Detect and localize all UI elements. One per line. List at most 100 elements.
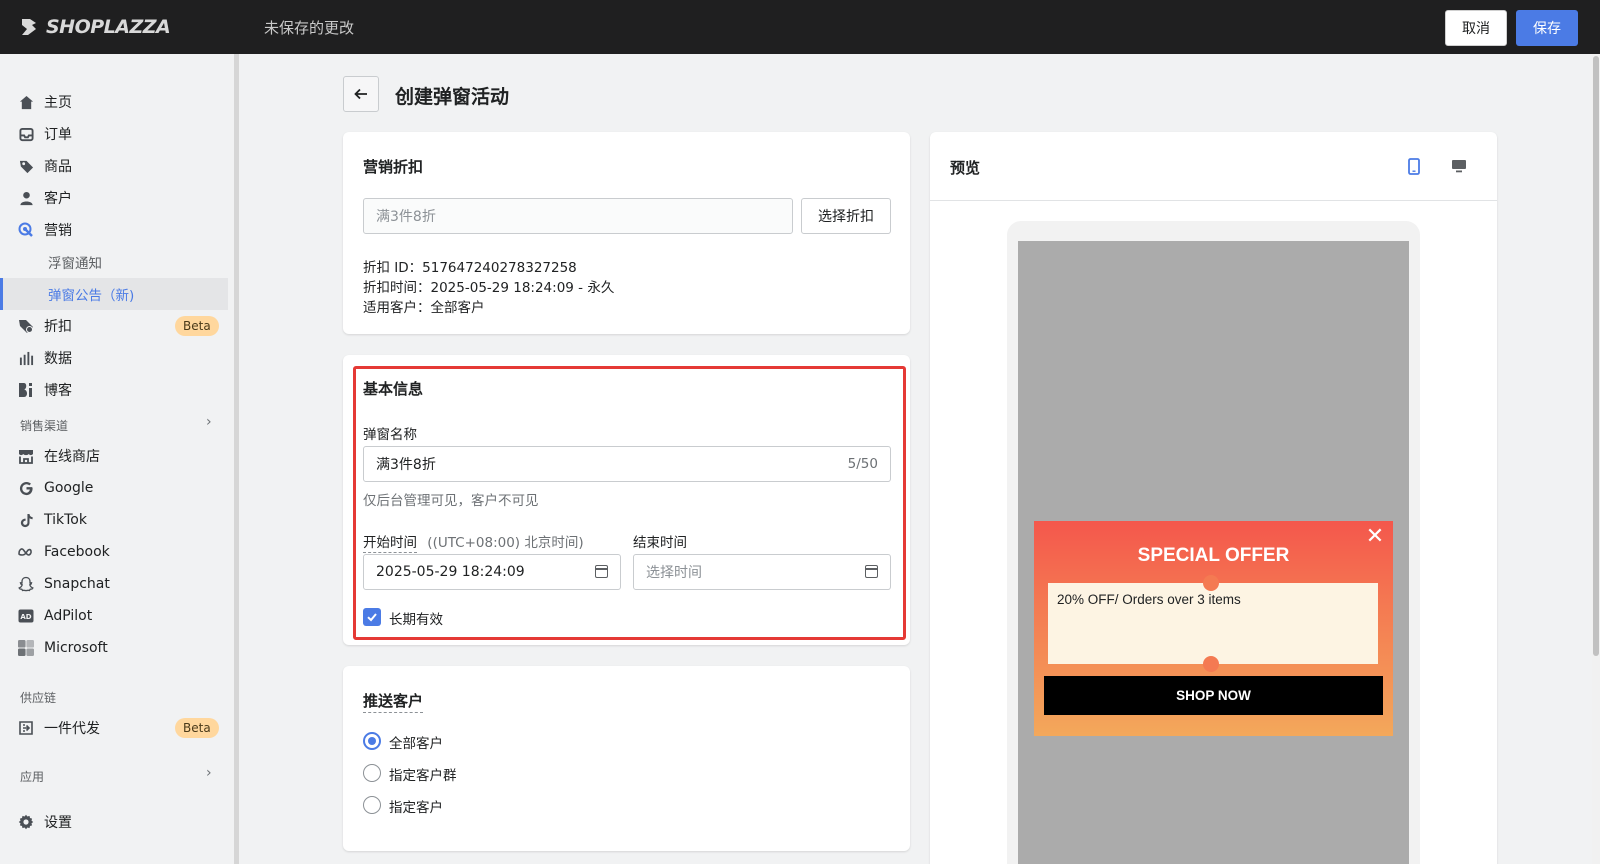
calendar-icon	[865, 565, 878, 578]
long-term-label: 长期有效	[389, 612, 443, 628]
sidebar-item-discounts[interactable]: 折扣 Beta	[0, 310, 228, 342]
start-time-value: 2025-05-29 18:24:09	[376, 564, 525, 580]
sidebar-item-label: Microsoft	[44, 640, 108, 656]
sidebar-item-label: 在线商店	[44, 449, 100, 465]
desktop-icon	[1452, 160, 1466, 173]
sidebar-item-orders[interactable]: 订单	[0, 118, 228, 150]
sidebar-item-label: Google	[44, 480, 94, 496]
sidebar-item-microsoft[interactable]: Microsoft	[0, 632, 228, 664]
sidebar-item-marketing[interactable]: 营销	[0, 214, 228, 246]
dropship-icon	[18, 720, 34, 736]
meta-icon	[18, 544, 34, 560]
discount-card-title: 营销折扣	[363, 158, 424, 176]
sidebar-item-label: 折扣	[44, 319, 72, 335]
beta-badge: Beta	[175, 718, 219, 738]
sidebar-item-label: 设置	[44, 815, 72, 831]
sidebar-item-facebook[interactable]: Facebook	[0, 536, 228, 568]
checkmark-icon	[367, 613, 377, 622]
logo-mark-icon	[22, 19, 36, 35]
sidebar-item-label: Snapchat	[44, 576, 110, 592]
sidebar-item-floating-notice[interactable]: 浮窗通知	[0, 246, 228, 278]
home-icon	[18, 94, 34, 110]
discount-time-line: 折扣时间：2025-05-29 18:24:09 - 永久	[363, 280, 615, 296]
sidebar-item-customers[interactable]: 客户	[0, 182, 228, 214]
sidebar-item-settings[interactable]: 设置	[0, 806, 228, 838]
sidebar-item-label: 商品	[44, 159, 72, 175]
start-time-input[interactable]: 2025-05-29 18:24:09	[363, 554, 621, 590]
long-term-checkbox[interactable]	[363, 608, 381, 626]
cancel-button[interactable]: 取消	[1445, 10, 1507, 46]
sidebar-item-google[interactable]: Google	[0, 472, 228, 504]
sidebar-item-online-store[interactable]: 在线商店	[0, 440, 228, 472]
sidebar-item-home[interactable]: 主页	[0, 86, 228, 118]
sidebar-item-products[interactable]: 商品	[0, 150, 228, 182]
push-customers-title: 推送客户	[363, 690, 424, 713]
radio-customer-group[interactable]	[363, 764, 381, 782]
end-time-input[interactable]: 选择时间	[633, 554, 891, 590]
sidebar-item-blog[interactable]: 博客	[0, 374, 228, 406]
back-button[interactable]	[343, 76, 379, 112]
sidebar-item-popup-announcement[interactable]: 弹窗公告（新)	[0, 278, 228, 310]
end-time-placeholder: 选择时间	[646, 565, 702, 581]
coupon-notch	[1203, 575, 1219, 591]
sidebar-item-label: 订单	[44, 127, 72, 143]
apps-title: 应用	[20, 770, 45, 784]
popup-title: SPECIAL OFFER	[1137, 545, 1290, 566]
page-scrollbar-thumb[interactable]	[1593, 56, 1599, 656]
sidebar-item-dropshipping[interactable]: 一件代发 Beta	[0, 712, 228, 744]
select-discount-button[interactable]: 选择折扣	[801, 198, 891, 234]
sidebar-item-label: 数据	[44, 351, 72, 367]
sidebar-item-label: 一件代发	[44, 721, 100, 737]
arrow-left-icon	[354, 88, 367, 100]
logo-text: SHOPLAZZA	[46, 16, 171, 38]
radio-all-customers[interactable]	[363, 732, 381, 750]
google-icon	[18, 480, 34, 496]
sales-channels-title: 销售渠道	[20, 419, 69, 433]
coupon-notch	[1203, 656, 1219, 672]
sidebar-item-tiktok[interactable]: TikTok	[0, 504, 228, 536]
bar-chart-icon	[18, 350, 34, 366]
radio-label: 全部客户	[389, 736, 443, 752]
shoplazza-logo[interactable]: SHOPLAZZA	[18, 14, 171, 40]
discount-id-line: 折扣 ID：517647240278327258	[363, 260, 577, 276]
blog-icon	[18, 382, 34, 398]
chevron-right-icon[interactable]: ›	[206, 414, 212, 430]
mobile-view-button[interactable]	[1402, 154, 1426, 178]
page-title: 创建弹窗活动	[395, 86, 510, 108]
chevron-right-icon[interactable]: ›	[206, 765, 212, 781]
discount-customer-line: 适用客户：全部客户	[363, 300, 485, 316]
gear-icon	[18, 814, 34, 830]
target-icon	[18, 222, 34, 238]
radio-label: 指定客户群	[389, 768, 457, 784]
sidebar: 主页 订单 商品 客户 营销 浮窗通知 弹窗公告（新) 折扣 Beta 数据 博…	[0, 54, 236, 864]
sidebar-item-label: Facebook	[44, 544, 110, 560]
popup-name-help: 仅后台管理可见，客户不可见	[363, 493, 539, 509]
sidebar-item-label: 主页	[44, 95, 72, 111]
discount-icon	[18, 318, 34, 334]
sidebar-item-snapchat[interactable]: Snapchat	[0, 568, 228, 600]
character-counter: 5/50	[847, 456, 878, 472]
microsoft-icon	[18, 640, 34, 656]
mobile-icon	[1408, 157, 1420, 175]
top-bar: SHOPLAZZA 未保存的更改 取消 保存	[0, 0, 1600, 54]
popup-name-input[interactable]: 满3件8折 5/50	[363, 446, 891, 482]
radio-specific-customers[interactable]	[363, 796, 381, 814]
sidebar-item-analytics[interactable]: 数据	[0, 342, 228, 374]
supply-chain-title: 供应链	[20, 691, 57, 705]
save-button[interactable]: 保存	[1516, 10, 1578, 46]
popup-name-label: 弹窗名称	[363, 427, 417, 443]
shop-now-button[interactable]: SHOP NOW	[1044, 676, 1383, 715]
discount-input[interactable]: 满3件8折	[363, 198, 793, 234]
sidebar-scrollbar[interactable]	[234, 54, 239, 864]
sidebar-item-adpilot[interactable]: AD AdPilot	[0, 600, 228, 632]
desktop-view-button[interactable]	[1447, 154, 1471, 178]
popup-name-value: 满3件8折	[376, 457, 436, 473]
sidebar-item-label: 博客	[44, 383, 72, 399]
unsaved-changes-text: 未保存的更改	[264, 19, 355, 37]
push-customers-card	[343, 666, 910, 851]
beta-badge: Beta	[175, 316, 219, 336]
radio-label: 指定客户	[389, 800, 443, 816]
sidebar-item-label: 弹窗公告（新)	[48, 288, 135, 304]
start-time-label: 开始时间 ((UTC+08:00) 北京时间)	[363, 535, 584, 553]
timezone-text: ((UTC+08:00) 北京时间)	[427, 535, 584, 551]
